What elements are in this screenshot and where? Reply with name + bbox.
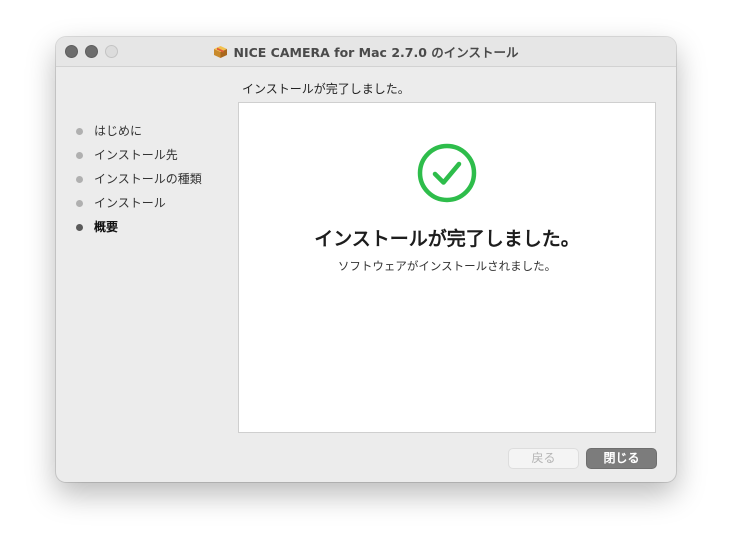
window-title-wrap: NICE CAMERA for Mac 2.7.0 のインストール bbox=[56, 37, 676, 66]
step-summary: 概要 bbox=[76, 219, 202, 243]
installer-window: NICE CAMERA for Mac 2.7.0 のインストール インストール… bbox=[56, 37, 676, 482]
checkmark-circle-icon bbox=[417, 143, 477, 203]
step-label: 概要 bbox=[94, 220, 119, 234]
content-panel: インストールが完了しました。 ソフトウェアがインストールされました。 bbox=[238, 102, 656, 433]
status-header: インストールが完了しました。 bbox=[242, 82, 410, 96]
title-bar: NICE CAMERA for Mac 2.7.0 のインストール bbox=[56, 37, 676, 67]
window-title: NICE CAMERA for Mac 2.7.0 のインストール bbox=[233, 45, 519, 60]
step-bullet-icon bbox=[76, 128, 83, 135]
step-label: はじめに bbox=[94, 124, 143, 138]
installer-steps-sidebar: はじめに インストール先 インストールの種類 インストール 概要 bbox=[76, 123, 202, 243]
back-button[interactable]: 戻る bbox=[508, 448, 579, 469]
step-bullet-icon bbox=[76, 152, 83, 159]
close-button[interactable]: 閉じる bbox=[586, 448, 657, 469]
step-bullet-icon bbox=[76, 176, 83, 183]
step-bullet-icon bbox=[76, 224, 83, 231]
step-installation-type: インストールの種類 bbox=[76, 171, 202, 195]
step-label: インストール bbox=[94, 196, 166, 210]
package-icon bbox=[213, 45, 228, 59]
step-install: インストール bbox=[76, 195, 202, 219]
step-label: インストールの種類 bbox=[94, 172, 202, 186]
completion-message: ソフトウェアがインストールされました。 bbox=[337, 259, 557, 273]
step-bullet-icon bbox=[76, 200, 83, 207]
step-label: インストール先 bbox=[94, 148, 178, 162]
step-destination: インストール先 bbox=[76, 147, 202, 171]
completion-heading: インストールが完了しました。 bbox=[314, 228, 580, 250]
step-introduction: はじめに bbox=[76, 123, 202, 147]
